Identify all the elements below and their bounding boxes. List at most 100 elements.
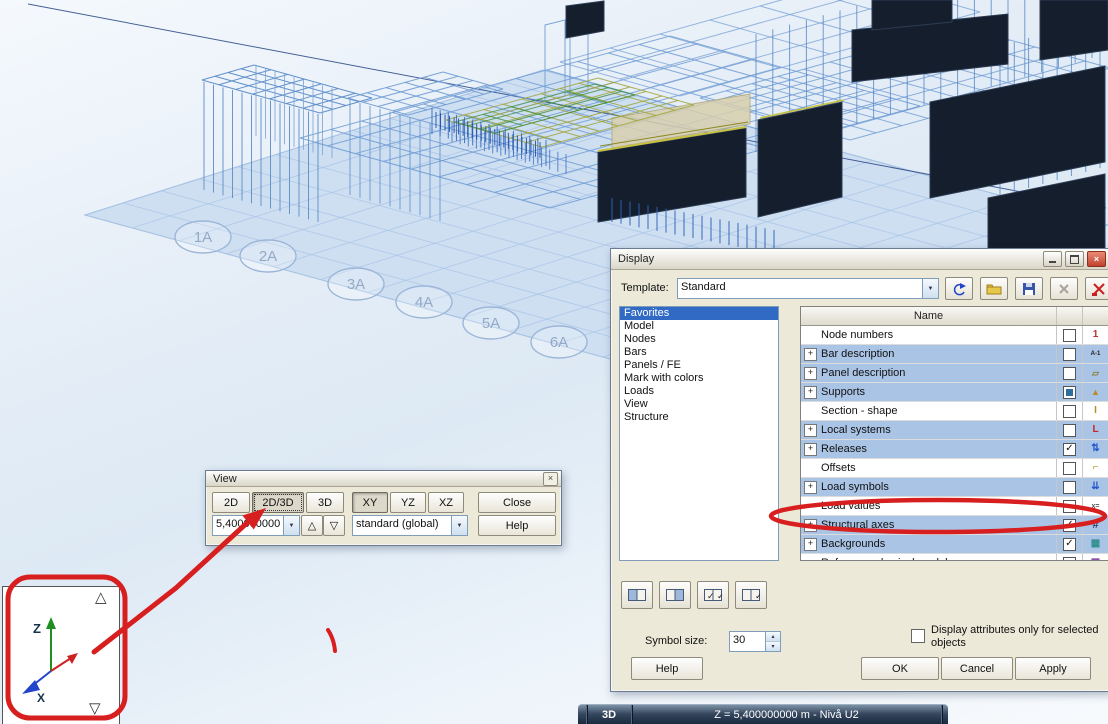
table-row-offsets[interactable]: Offsets ⌐ <box>801 459 1108 478</box>
close-icon[interactable]: × <box>543 471 558 486</box>
table-row-load-symbols[interactable]: + Load symbols ⇊ <box>801 478 1108 497</box>
pane-button-2[interactable] <box>659 581 691 609</box>
table-row-backgrounds[interactable]: + Backgrounds ✓ ▦ <box>801 535 1108 554</box>
table-row-reference-physical-model[interactable]: Reference physical model ▦ <box>801 554 1108 560</box>
table-row-load-values[interactable]: Load values x= <box>801 497 1108 516</box>
visibility-checkbox[interactable]: ✓ <box>1063 537 1076 551</box>
level-down-button[interactable]: ▽ <box>323 515 345 536</box>
visibility-checkbox[interactable] <box>1063 366 1076 380</box>
expand-icon[interactable]: + <box>804 538 817 551</box>
row-label: Load symbols <box>821 481 889 493</box>
remove-template-button[interactable] <box>1085 277 1108 300</box>
category-item-panels-fe[interactable]: Panels / FE <box>620 359 778 372</box>
visibility-checkbox[interactable] <box>1063 556 1076 560</box>
expand-icon[interactable]: + <box>804 424 817 437</box>
load-values-icon: x= <box>1091 502 1100 510</box>
rotate-up-button[interactable]: △ <box>95 590 107 605</box>
template-combo[interactable]: Standard ▼ <box>677 278 939 299</box>
expand-icon[interactable]: + <box>804 348 817 361</box>
view-plane-xz-button[interactable]: XZ <box>428 492 464 513</box>
table-rows: Node numbers 1 + Bar description A-1 + Panel d… <box>801 326 1108 560</box>
pane-button-1[interactable] <box>621 581 653 609</box>
table-row-releases[interactable]: + Releases ✓ ⇅ <box>801 440 1108 459</box>
visibility-checkbox[interactable] <box>1063 328 1076 342</box>
close-button[interactable]: Close <box>478 492 556 513</box>
table-row-structural-axes[interactable]: + Structural axes ✓ # <box>801 516 1108 535</box>
view-mode-2d-button[interactable]: 2D <box>212 492 250 513</box>
chevron-down-icon[interactable]: ▼ <box>451 516 467 535</box>
chevron-down-icon[interactable]: ▼ <box>283 516 299 535</box>
row-label: Structural axes <box>821 519 895 531</box>
level-combo[interactable]: 5,400000000 ▼ <box>212 515 300 536</box>
view-plane-yz-button[interactable]: YZ <box>390 492 426 513</box>
view-plane-xy-button[interactable]: XY <box>352 492 388 513</box>
chevron-down-icon[interactable]: ▼ <box>922 279 938 298</box>
expand-icon[interactable]: + <box>804 386 817 399</box>
visibility-checkbox[interactable] <box>1063 480 1076 494</box>
pane-button-3[interactable]: ✓ ✓ <box>697 581 729 609</box>
open-folder-button[interactable] <box>980 277 1008 300</box>
visibility-checkbox[interactable] <box>1063 385 1076 399</box>
visibility-checkbox[interactable] <box>1063 423 1076 437</box>
symbol-size-stepper[interactable]: 30 ▴ ▾ <box>729 631 781 652</box>
section-shape-icon: I <box>1094 405 1097 416</box>
close-icon[interactable]: × <box>1087 251 1106 267</box>
category-item-bars[interactable]: Bars <box>620 346 778 359</box>
grid-bubble-label: 2A <box>259 248 277 265</box>
checkbox-column-header <box>1056 307 1082 325</box>
status-cap <box>578 705 587 724</box>
category-item-loads[interactable]: Loads <box>620 385 778 398</box>
z-axis-label: Z <box>33 621 41 636</box>
visibility-checkbox[interactable] <box>1063 404 1076 418</box>
view-mode-3d-button[interactable]: 3D <box>306 492 344 513</box>
help-button[interactable]: Help <box>478 515 556 536</box>
level-up-button[interactable]: △ <box>301 515 323 536</box>
expand-icon[interactable]: + <box>804 519 817 532</box>
table-header: Name <box>801 307 1108 326</box>
restore-icon[interactable] <box>1065 251 1084 267</box>
view-mode-2d-3d-button[interactable]: 2D/3D <box>252 492 304 513</box>
cancel-button[interactable]: Cancel <box>941 657 1013 680</box>
help-button[interactable]: Help <box>631 657 703 680</box>
minimize-icon[interactable] <box>1043 251 1062 267</box>
category-item-nodes[interactable]: Nodes <box>620 333 778 346</box>
category-item-structure[interactable]: Structure <box>620 411 778 424</box>
expand-icon[interactable]: + <box>804 481 817 494</box>
ok-button[interactable]: OK <box>861 657 939 680</box>
projection-combo-value: standard (global) <box>356 518 439 530</box>
visibility-checkbox[interactable]: ✓ <box>1063 442 1076 456</box>
delete-button[interactable] <box>1050 277 1078 300</box>
pane-button-4[interactable]: ✓ <box>735 581 767 609</box>
table-row-section-shape[interactable]: Section - shape I <box>801 402 1108 421</box>
row-label: Backgrounds <box>821 538 886 550</box>
save-button[interactable] <box>1015 277 1043 300</box>
category-item-mark-with-colors[interactable]: Mark with colors <box>620 372 778 385</box>
spin-up-icon[interactable]: ▴ <box>766 632 780 642</box>
projection-combo[interactable]: standard (global) ▼ <box>352 515 468 536</box>
table-row-bar-description[interactable]: + Bar description A-1 <box>801 345 1108 364</box>
table-row-node-numbers[interactable]: Node numbers 1 <box>801 326 1108 345</box>
attributes-only-checkbox[interactable] <box>911 629 925 643</box>
table-row-supports[interactable]: + Supports ▲ <box>801 383 1108 402</box>
visibility-checkbox[interactable] <box>1063 347 1076 361</box>
apply-button[interactable]: Apply <box>1015 657 1091 680</box>
template-label: Template: <box>621 282 669 294</box>
table-row-local-systems[interactable]: + Local systems L <box>801 421 1108 440</box>
category-item-favorites[interactable]: Favorites <box>620 307 778 320</box>
save-icon <box>1023 282 1035 295</box>
visibility-checkbox[interactable]: ✓ <box>1063 518 1076 532</box>
expand-icon[interactable]: + <box>804 443 817 456</box>
category-item-model[interactable]: Model <box>620 320 778 333</box>
structural-axes-icon: # <box>1092 518 1099 531</box>
visibility-checkbox[interactable] <box>1063 499 1076 513</box>
icon-column-header <box>1082 307 1108 325</box>
category-item-view[interactable]: View <box>620 398 778 411</box>
spin-down-icon[interactable]: ▾ <box>766 642 780 651</box>
status-bar: 3D Z = 5,400000000 m - Nivå U2 <box>578 704 948 724</box>
offsets-icon: ⌐ <box>1092 462 1099 473</box>
reload-template-button[interactable] <box>945 277 973 300</box>
visibility-checkbox[interactable] <box>1063 461 1076 475</box>
table-row-panel-description[interactable]: + Panel description ▱ <box>801 364 1108 383</box>
category-list: Favorites Model Nodes Bars Panels / FE Mark w… <box>619 306 779 561</box>
expand-icon[interactable]: + <box>804 367 817 380</box>
